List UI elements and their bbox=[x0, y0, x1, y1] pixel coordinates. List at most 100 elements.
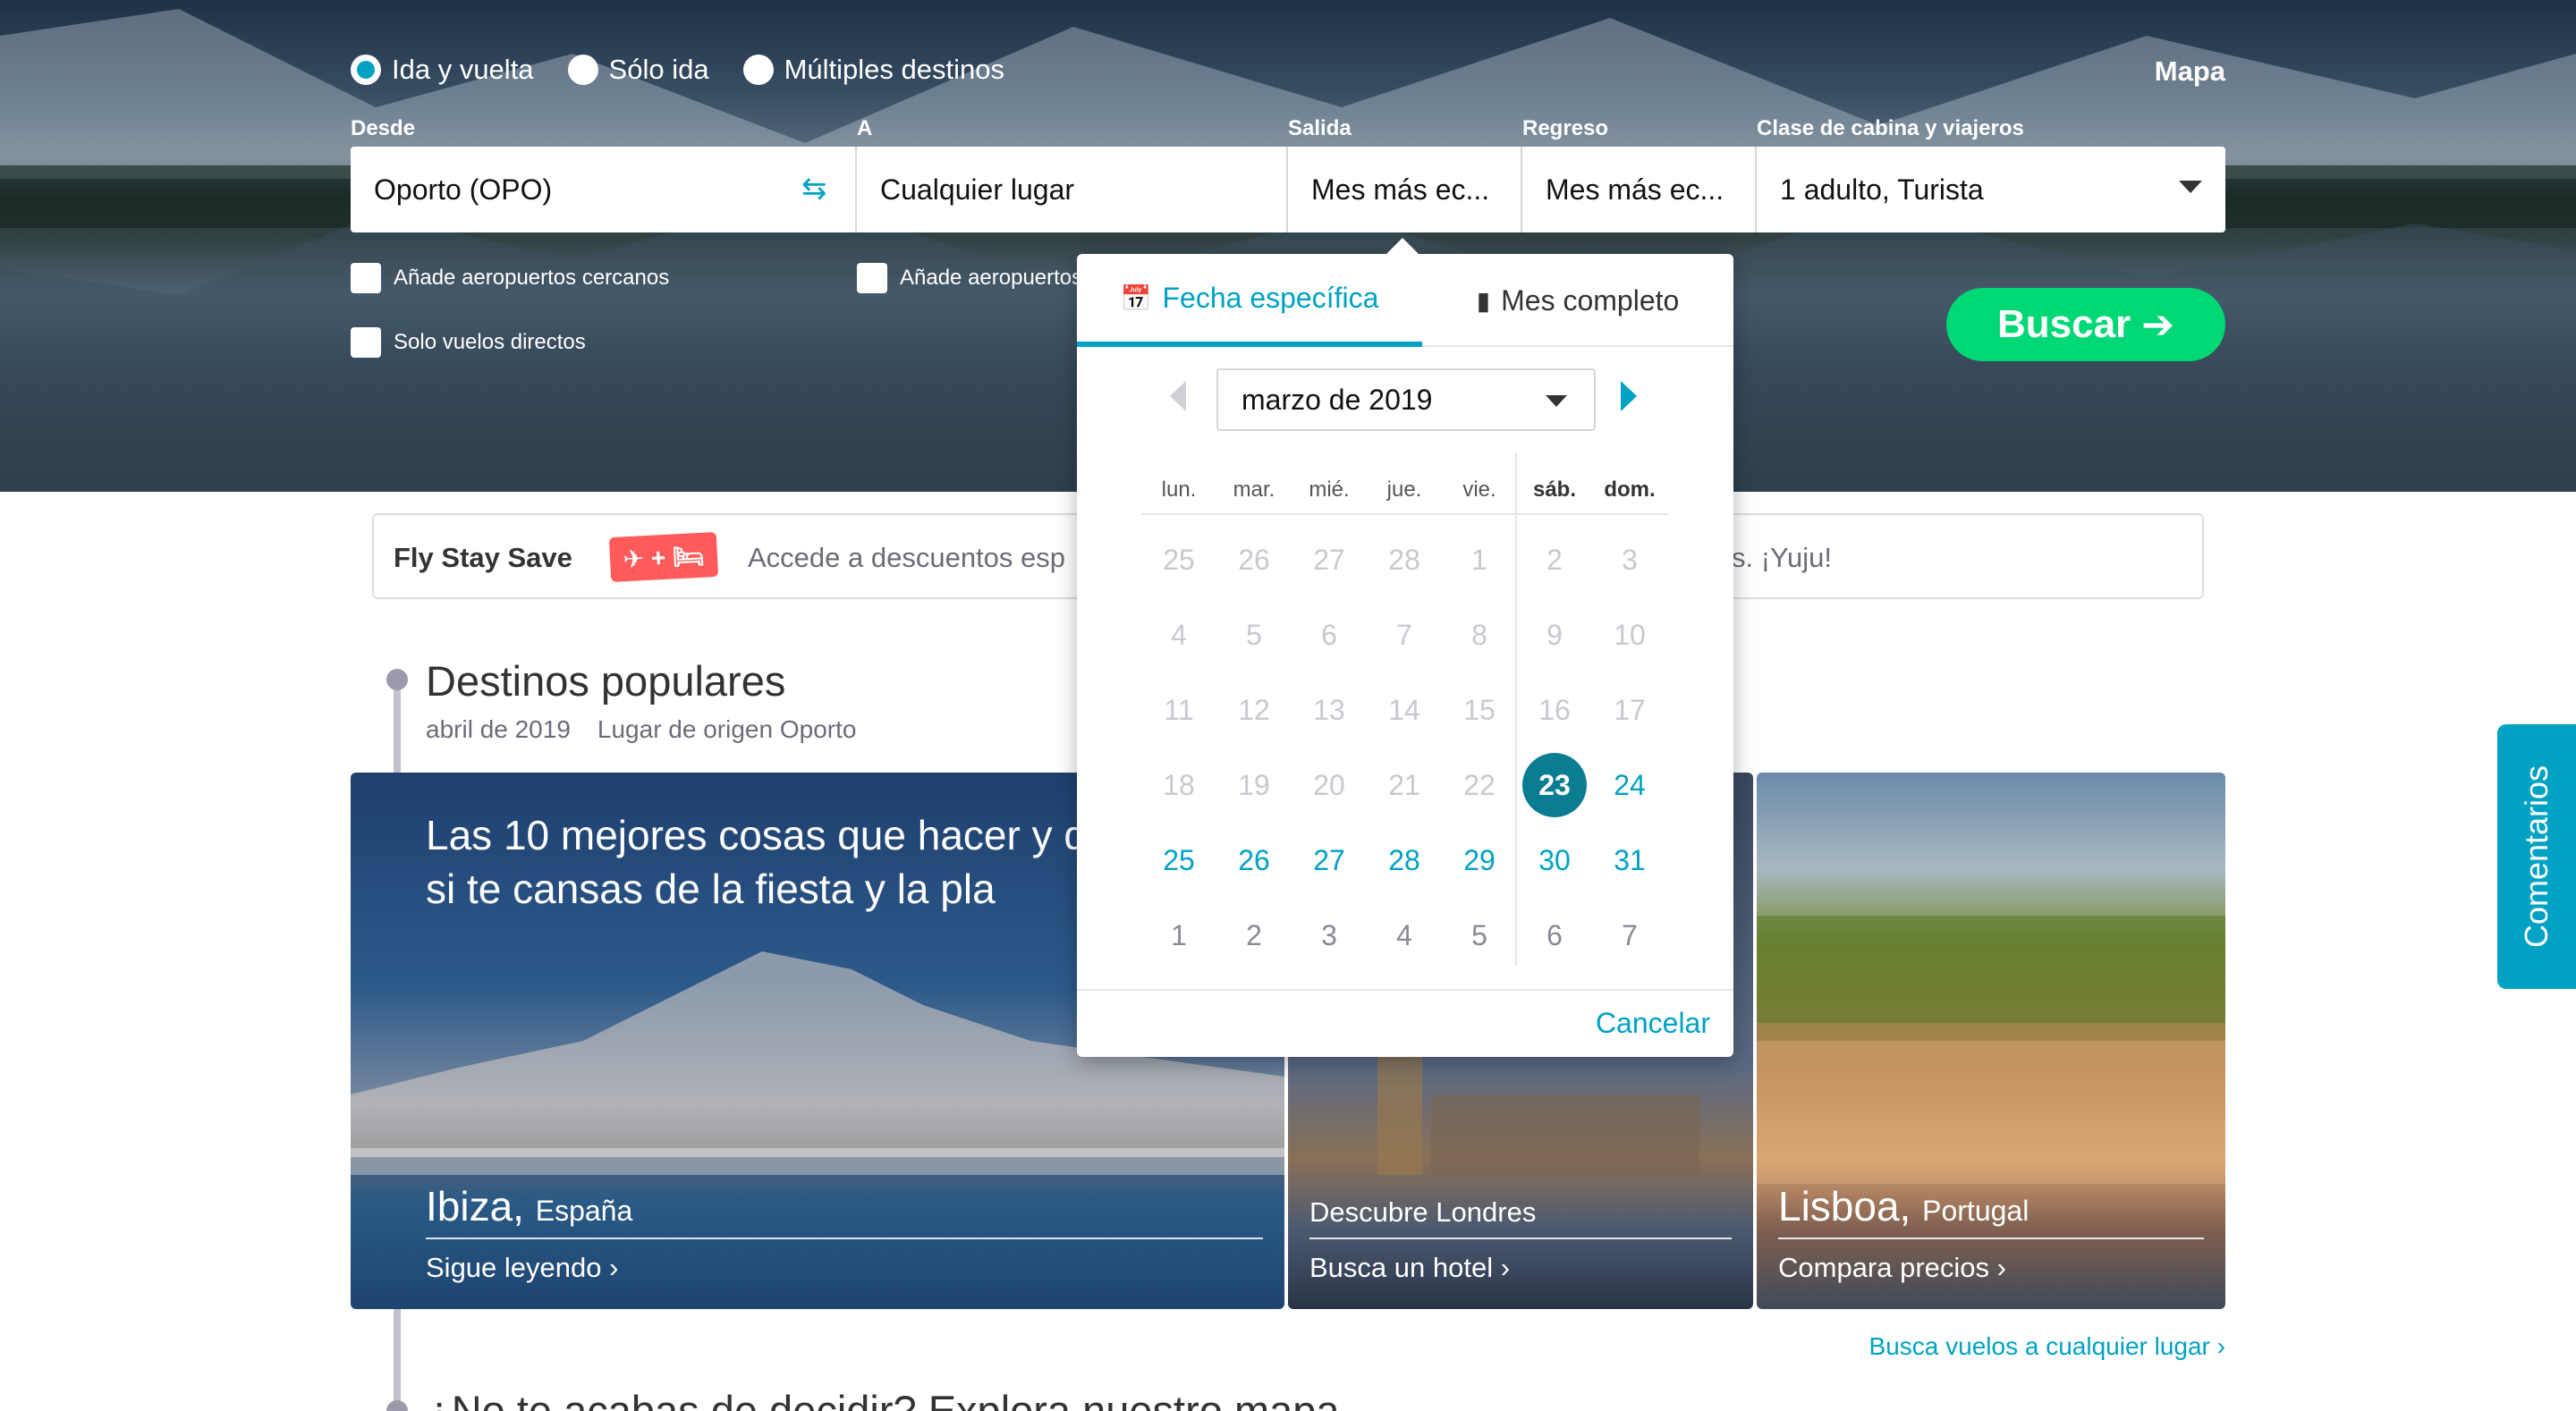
day-cell: 14 bbox=[1388, 693, 1420, 726]
week-row: 1 2 3 4 5 6 7 bbox=[1141, 898, 1669, 973]
day-cell: 28 bbox=[1388, 543, 1420, 576]
week-row: 11 12 13 14 15 16 17 bbox=[1141, 672, 1669, 748]
day-cell: 13 bbox=[1313, 693, 1345, 726]
search-button[interactable]: Buscar ➔ bbox=[1946, 288, 2225, 361]
card-divider bbox=[1309, 1238, 1732, 1239]
prev-month-icon[interactable] bbox=[1170, 381, 1186, 411]
section-title: Destinos populares bbox=[426, 657, 786, 705]
day-cell: 11 bbox=[1164, 693, 1194, 726]
day-cell: 18 bbox=[1163, 768, 1195, 801]
return-value: Mes más ec... bbox=[1546, 173, 1724, 206]
radio-icon bbox=[742, 55, 774, 85]
map-link[interactable]: Mapa bbox=[2155, 55, 2225, 88]
feedback-label: Comentarios bbox=[2518, 765, 2555, 949]
day-cell[interactable]: 25 bbox=[1141, 823, 1216, 898]
arrow-right-icon: ➔ bbox=[2141, 302, 2175, 347]
day-cell: 5 bbox=[1471, 918, 1487, 951]
card-city: Ibiza, España bbox=[426, 1182, 632, 1230]
radio-label: Sólo ida bbox=[608, 54, 709, 85]
day-cell[interactable]: 31 bbox=[1592, 823, 1667, 898]
day-cell: 2 bbox=[1246, 918, 1262, 951]
any-place-link[interactable]: Busca vuelos a cualquier lugar › bbox=[1869, 1332, 2225, 1361]
cabin-value: 1 adulto, Turista bbox=[1780, 173, 1984, 206]
city-name: Ibiza, bbox=[426, 1183, 524, 1229]
country-name: Portugal bbox=[1922, 1195, 2029, 1227]
day-cell-selected[interactable]: 23 bbox=[1517, 748, 1592, 823]
radio-icon bbox=[567, 55, 598, 85]
card-link[interactable]: Busca un hotel › bbox=[1309, 1252, 1510, 1284]
chevron-right-icon: › bbox=[2216, 1332, 2225, 1360]
card-link-label: Compara precios bbox=[1778, 1252, 1990, 1283]
card-link-label: Sigue leyendo bbox=[426, 1252, 602, 1283]
feedback-tab[interactable]: Comentarios bbox=[2497, 724, 2576, 989]
day-cell[interactable]: 24 bbox=[1592, 748, 1667, 823]
bar-chart-icon: ▮ bbox=[1476, 286, 1491, 315]
week-row: 25 26 27 28 1 2 3 bbox=[1141, 522, 1669, 597]
weekday: jue. bbox=[1386, 477, 1422, 502]
depart-label: Salida bbox=[1288, 116, 1352, 140]
day-cell: 26 bbox=[1238, 543, 1270, 576]
next-month-icon[interactable] bbox=[1621, 381, 1637, 411]
card-city: Lisboa, Portugal bbox=[1778, 1182, 2029, 1230]
day-cell[interactable]: 30 bbox=[1517, 823, 1592, 898]
chevron-right-icon: › bbox=[609, 1252, 619, 1283]
radio-label: Ida y vuelta bbox=[392, 54, 534, 85]
card-link[interactable]: Compara precios › bbox=[1778, 1252, 2006, 1284]
tab-specific-date[interactable]: 📅 Fecha específica bbox=[1077, 254, 1422, 347]
return-field[interactable]: Mes más ec... bbox=[1522, 147, 1757, 232]
radio-multi-city[interactable]: Múltiples destinos bbox=[742, 54, 1004, 86]
direct-only-checkbox[interactable]: Solo vuelos directos bbox=[351, 327, 586, 358]
selected-day: 23 bbox=[1522, 753, 1587, 817]
date-picker-popup: 📅 Fecha específica ▮ Mes completo marzo de… bbox=[1077, 238, 1733, 1057]
cabin-field[interactable]: 1 adulto, Turista bbox=[1757, 147, 2225, 232]
from-field[interactable]: Oporto (OPO) ⇆ bbox=[351, 147, 857, 232]
to-field[interactable]: Cualquier lugar bbox=[857, 147, 1288, 232]
month-select[interactable]: marzo de 2019 bbox=[1216, 368, 1596, 431]
tab-whole-month[interactable]: ▮ Mes completo bbox=[1422, 254, 1733, 347]
card-divider bbox=[1778, 1238, 2204, 1239]
depart-field[interactable]: Mes más ec... bbox=[1288, 147, 1522, 232]
day-cell: 1 bbox=[1171, 918, 1187, 951]
radio-one-way[interactable]: Sólo ida bbox=[567, 54, 709, 86]
day-cell[interactable]: 27 bbox=[1292, 823, 1367, 898]
checkbox-label: Solo vuelos directos bbox=[394, 330, 586, 354]
weekday-header: lun. mar. mié. jue. vie. sáb. dom. bbox=[1141, 470, 1669, 515]
search-button-label: Buscar bbox=[1996, 302, 2131, 346]
month-value: marzo de 2019 bbox=[1241, 383, 1433, 416]
day-cell: 6 bbox=[1546, 918, 1563, 951]
day-cell: 15 bbox=[1463, 693, 1496, 726]
week-row: 25 26 27 28 29 30 31 bbox=[1141, 823, 1669, 898]
day-cell: 4 bbox=[1171, 618, 1187, 651]
card-link[interactable]: Sigue leyendo › bbox=[426, 1252, 618, 1284]
radio-round-trip[interactable]: Ida y vuelta bbox=[351, 54, 534, 86]
checkbox-icon bbox=[351, 327, 381, 358]
destination-card-lisboa[interactable]: Lisboa, Portugal Compara precios › bbox=[1757, 773, 2225, 1309]
day-cell: 2 bbox=[1546, 543, 1563, 576]
day-cell: 27 bbox=[1313, 543, 1345, 576]
tab-label: Fecha específica bbox=[1162, 281, 1379, 314]
chevron-down-icon bbox=[2179, 181, 2202, 193]
day-cell[interactable]: 26 bbox=[1216, 823, 1292, 898]
swap-icon[interactable]: ⇆ bbox=[801, 173, 832, 204]
day-cell[interactable]: 29 bbox=[1442, 823, 1517, 898]
plane-hotel-badge-icon: ✈ + 🛏 bbox=[608, 531, 719, 583]
checkbox-icon bbox=[351, 263, 381, 293]
card-divider bbox=[426, 1238, 1263, 1239]
chevron-right-icon: › bbox=[1500, 1252, 1511, 1283]
week-row: 18 19 20 21 22 23 24 bbox=[1141, 748, 1669, 823]
card-link-label: Busca un hotel bbox=[1309, 1252, 1494, 1283]
day-cell: 3 bbox=[1622, 543, 1638, 576]
weekday: sáb. bbox=[1532, 477, 1577, 502]
week-row: 4 5 6 7 8 9 10 bbox=[1141, 597, 1669, 672]
day-cell: 25 bbox=[1163, 543, 1195, 576]
cancel-button[interactable]: Cancelar bbox=[1596, 1007, 1710, 1040]
radio-selected-icon bbox=[351, 55, 381, 85]
search-form: Oporto (OPO) ⇆ Cualquier lugar Mes más e… bbox=[351, 147, 2225, 232]
chevron-right-icon: › bbox=[1996, 1252, 2006, 1283]
day-cell: 6 bbox=[1321, 618, 1337, 651]
day-cell[interactable]: 28 bbox=[1367, 823, 1442, 898]
trip-type-selector: Ida y vuelta Sólo ida Múltiples destinos bbox=[351, 54, 1038, 86]
nearby-from-checkbox[interactable]: Añade aeropuertos cercanos bbox=[351, 263, 669, 293]
section-origin: Lugar de origen Oporto bbox=[597, 715, 857, 743]
depart-value: Mes más ec... bbox=[1311, 173, 1490, 206]
